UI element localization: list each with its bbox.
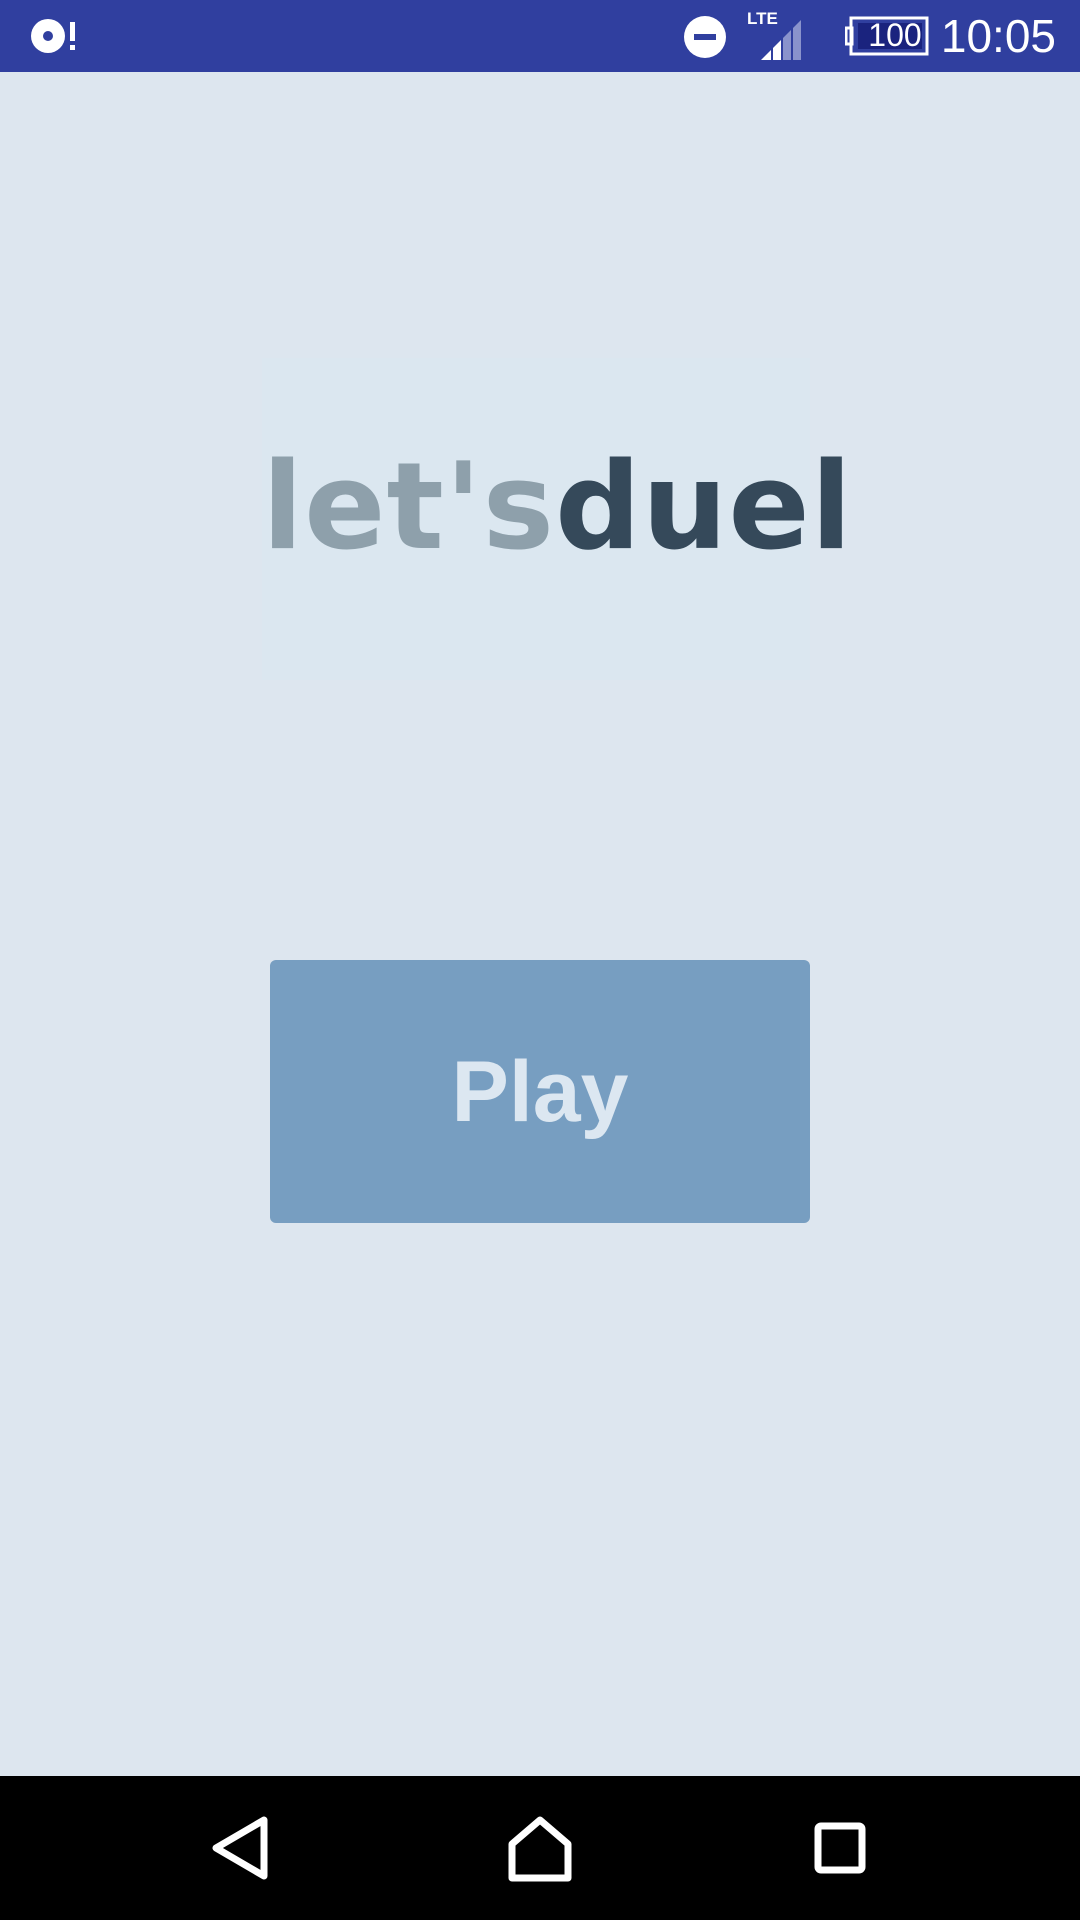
home-icon <box>508 1816 572 1882</box>
cell-signal-icon: LTE <box>745 8 807 64</box>
app-logo: let'sduel <box>262 358 852 680</box>
back-triangle-icon <box>212 1816 268 1880</box>
network-label: LTE <box>747 9 778 28</box>
status-time: 10:05 <box>940 10 1056 62</box>
back-button[interactable] <box>190 1798 290 1898</box>
recents-button[interactable] <box>790 1798 890 1898</box>
logo-text: let'sduel <box>262 408 852 608</box>
logo-duel: duel <box>555 438 853 577</box>
play-button-label: Play <box>451 1044 629 1140</box>
logo-lets: let's <box>262 438 556 577</box>
home-button[interactable] <box>490 1798 590 1898</box>
battery-level: 100 <box>868 17 922 53</box>
recents-square-icon <box>814 1822 866 1874</box>
status-bar: LTE 100 10:05 <box>0 0 1080 72</box>
navigation-bar <box>0 1776 1080 1920</box>
do-not-disturb-icon <box>683 15 727 59</box>
notification-alert-icon <box>30 16 82 56</box>
play-button[interactable]: Play <box>270 960 810 1223</box>
